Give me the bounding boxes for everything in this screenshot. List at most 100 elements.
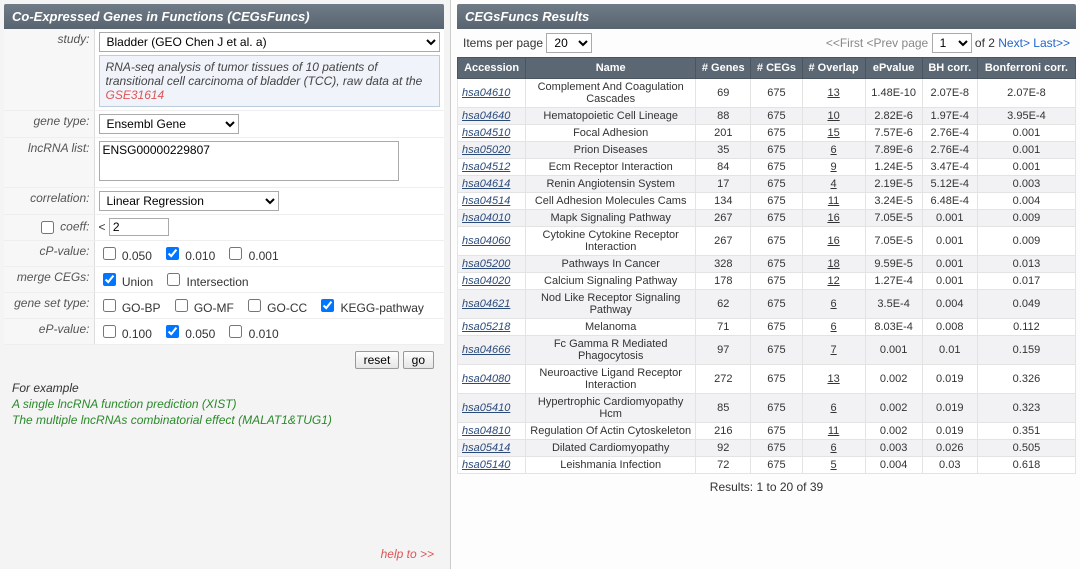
checkbox[interactable] [248,299,261,312]
col-accession[interactable]: Accession [458,58,526,79]
overlap-link[interactable]: 11 [828,425,839,437]
overlap-link[interactable]: 13 [827,373,839,385]
accession-link[interactable]: hsa05140 [462,459,510,471]
epvalue: 0.003 [865,440,922,457]
num-cegs: 675 [751,457,802,474]
accession-link[interactable]: hsa04020 [462,275,510,287]
overlap-link[interactable]: 16 [827,212,839,224]
overlap-link[interactable]: 9 [831,161,837,173]
checkbox[interactable] [321,299,334,312]
gene-type-select[interactable]: Ensembl Gene [99,114,239,134]
study-geo-link[interactable]: GSE31614 [106,88,165,102]
accession-link[interactable]: hsa04621 [462,298,510,310]
pager-last[interactable]: Last>> [1033,36,1070,50]
checkbox[interactable] [166,247,179,260]
example-link-xist[interactable]: A single lncRNA function prediction (XIS… [12,397,436,411]
option-kegg-pathway[interactable]: KEGG-pathway [317,301,424,315]
checkbox[interactable] [175,299,188,312]
pager-next[interactable]: Next> [998,36,1030,50]
overlap-link[interactable]: 7 [831,344,837,356]
col--genes[interactable]: # Genes [696,58,751,79]
col--overlap[interactable]: # Overlap [802,58,865,79]
num-cegs: 675 [751,440,802,457]
accession-link[interactable]: hsa05414 [462,442,510,454]
option-go-cc[interactable]: GO-CC [244,301,307,315]
overlap-link[interactable]: 6 [831,321,837,333]
col-bh-corr-[interactable]: BH corr. [922,58,977,79]
accession-link[interactable]: hsa05200 [462,258,510,270]
label-lncrna-list: lncRNA list: [4,138,94,188]
accession-link[interactable]: hsa05410 [462,402,510,414]
accession-link[interactable]: hsa04080 [462,373,510,385]
accession-link[interactable]: hsa04614 [462,178,510,190]
checkbox[interactable] [103,325,116,338]
overlap-link[interactable]: 15 [827,127,839,139]
checkbox[interactable] [103,247,116,260]
example-title: For example [12,381,436,395]
bh-corr: 0.001 [922,256,977,273]
col-epvalue[interactable]: ePvalue [865,58,922,79]
coeff-label-text: coeff: [60,220,89,234]
pathway-name: Nod Like Receptor Signaling Pathway [526,290,696,319]
overlap-link[interactable]: 6 [831,402,837,414]
accession-link[interactable]: hsa04514 [462,195,510,207]
coeff-input[interactable] [109,218,169,236]
option-0-100[interactable]: 0.100 [99,327,152,341]
overlap-link[interactable]: 6 [831,144,837,156]
checkbox[interactable] [229,325,242,338]
pathway-name: Renin Angiotensin System [526,176,696,193]
option-0-050[interactable]: 0.050 [99,249,152,263]
overlap-link[interactable]: 5 [831,459,837,471]
overlap-link[interactable]: 6 [831,298,837,310]
option-go-bp[interactable]: GO-BP [99,301,161,315]
overlap-link[interactable]: 11 [828,195,839,207]
reset-button[interactable]: reset [355,351,400,369]
checkbox[interactable] [167,273,180,286]
accession-link[interactable]: hsa04512 [462,161,510,173]
correlation-select[interactable]: Linear Regression [99,191,279,211]
example-link-malat1-tug1[interactable]: The multiple lncRNAs combinatorial effec… [12,413,436,427]
num-genes: 17 [696,176,751,193]
overlap-link[interactable]: 6 [831,442,837,454]
option-go-mf[interactable]: GO-MF [171,301,234,315]
accession-link[interactable]: hsa04060 [462,235,510,247]
items-per-page-select[interactable]: 20 [546,33,592,53]
lncrna-textarea[interactable]: ENSG00000229807 [99,141,399,181]
checkbox[interactable] [103,299,116,312]
pager-page-select[interactable]: 1 [932,33,972,53]
option-0-010[interactable]: 0.010 [162,249,215,263]
accession-link[interactable]: hsa04810 [462,425,510,437]
option-0-001[interactable]: 0.001 [225,249,278,263]
help-link[interactable]: help to >> [4,543,444,565]
checkbox[interactable] [103,273,116,286]
option-intersection[interactable]: Intersection [163,275,248,289]
accession-link[interactable]: hsa04666 [462,344,510,356]
overlap-link[interactable]: 12 [827,275,839,287]
bh-corr: 0.008 [922,319,977,336]
num-cegs: 675 [751,319,802,336]
accession-link[interactable]: hsa04610 [462,87,510,99]
accession-link[interactable]: hsa04640 [462,110,510,122]
right-panel: CEGsFuncs Results Items per page 20 <<Fi… [450,0,1080,569]
coeff-enable-checkbox[interactable] [41,221,54,234]
checkbox[interactable] [166,325,179,338]
overlap-link[interactable]: 13 [827,87,839,99]
num-cegs: 675 [751,423,802,440]
col-name[interactable]: Name [526,58,696,79]
accession-link[interactable]: hsa04010 [462,212,510,224]
checkbox[interactable] [229,247,242,260]
study-select[interactable]: Bladder (GEO Chen J et al. a) [99,32,441,52]
overlap-link[interactable]: 4 [831,178,837,190]
option-union[interactable]: Union [99,275,154,289]
option-0-050[interactable]: 0.050 [162,327,215,341]
col-bonferroni-corr-[interactable]: Bonferroni corr. [977,58,1075,79]
overlap-link[interactable]: 10 [827,110,839,122]
accession-link[interactable]: hsa04510 [462,127,510,139]
accession-link[interactable]: hsa05218 [462,321,510,333]
go-button[interactable]: go [403,351,434,369]
option-0-010[interactable]: 0.010 [225,327,278,341]
overlap-link[interactable]: 16 [827,235,839,247]
accession-link[interactable]: hsa05020 [462,144,510,156]
overlap-link[interactable]: 18 [827,258,839,270]
col--cegs[interactable]: # CEGs [751,58,802,79]
